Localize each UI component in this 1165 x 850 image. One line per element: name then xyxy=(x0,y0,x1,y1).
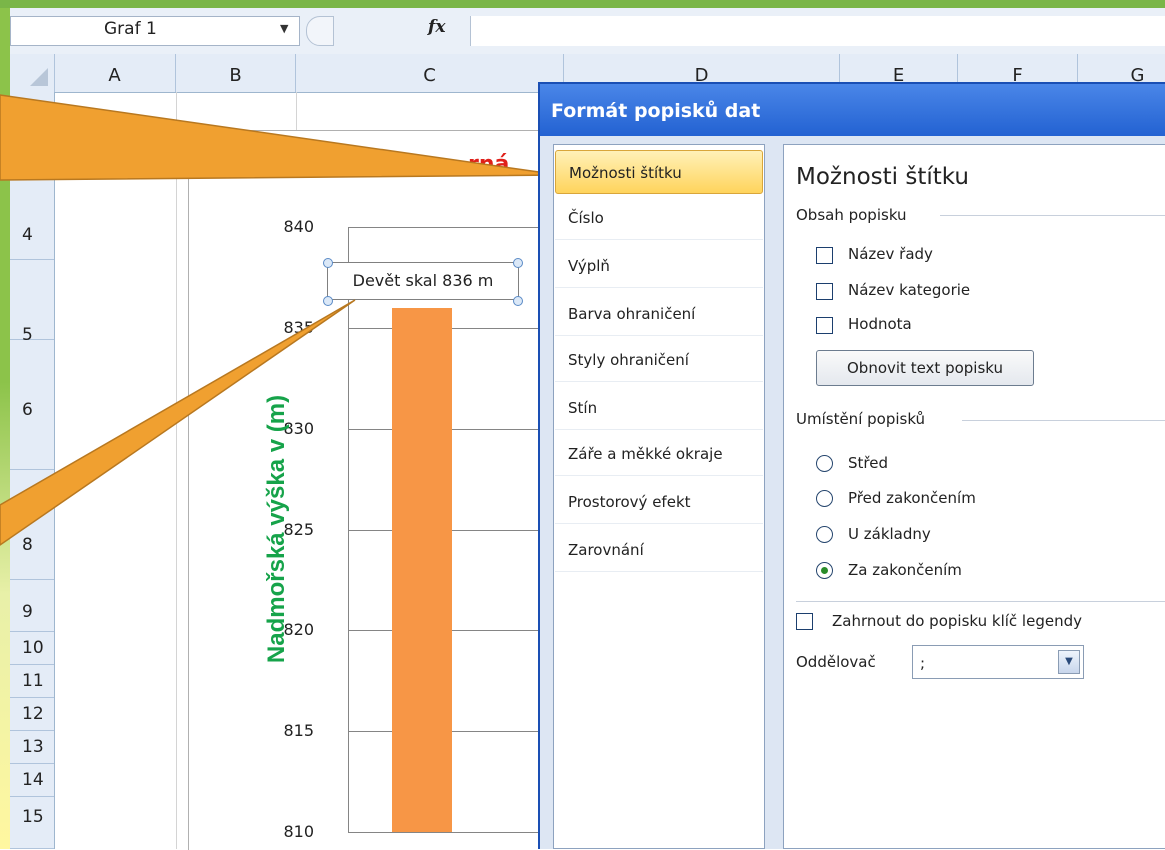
value-label: Hodnota xyxy=(848,315,912,333)
include-legend-key-checkbox[interactable] xyxy=(796,613,813,630)
nav-item-glow-soft-edges[interactable]: Záře a měkké okraje xyxy=(555,432,763,476)
refresh-label-text-button[interactable]: Obnovit text popisku xyxy=(816,350,1034,386)
position-inside-base-radio[interactable] xyxy=(816,526,833,543)
nav-item-label-options[interactable]: Možnosti štítku xyxy=(555,150,763,194)
group-divider xyxy=(796,601,1165,602)
nav-item-alignment[interactable]: Zarovnání xyxy=(555,528,763,572)
callout-arrow-bottom xyxy=(0,299,356,546)
position-center-label: Střed xyxy=(848,454,888,472)
chevron-down-icon[interactable]: ▼ xyxy=(1058,650,1080,674)
section-title: Možnosti štítku xyxy=(796,164,969,190)
dialog-title: Formát popisků dat xyxy=(551,100,761,122)
position-inside-end-label: Před zakončením xyxy=(848,489,976,507)
radio-selected-dot xyxy=(821,567,828,574)
position-outside-end-radio[interactable] xyxy=(816,562,833,579)
value-checkbox[interactable] xyxy=(816,317,833,334)
group-divider xyxy=(940,215,1165,216)
separator-value: ; xyxy=(920,654,926,672)
include-legend-key-label: Zahrnout do popisku klíč legendy xyxy=(832,612,1082,630)
nav-item-border-styles[interactable]: Styly ohraničení xyxy=(555,338,763,382)
group-divider xyxy=(962,420,1165,421)
callout-arrow-top xyxy=(0,94,561,181)
category-name-label: Název kategorie xyxy=(848,281,971,299)
position-center-radio[interactable] xyxy=(816,455,833,472)
nav-item-border-color[interactable]: Barva ohraničení xyxy=(555,292,763,336)
position-inside-base-label: U základny xyxy=(848,525,931,543)
separator-label: Oddělovač xyxy=(796,653,876,671)
category-name-checkbox[interactable] xyxy=(816,283,833,300)
nav-item-shadow[interactable]: Stín xyxy=(555,386,763,430)
series-name-label: Název řady xyxy=(848,245,933,263)
nav-item-3d-format[interactable]: Prostorový efekt xyxy=(555,480,763,524)
label-contains-heading: Obsah popisku xyxy=(796,206,907,224)
nav-item-number[interactable]: Číslo xyxy=(555,196,763,240)
series-name-checkbox[interactable] xyxy=(816,247,833,264)
position-outside-end-label: Za zakončením xyxy=(848,561,962,579)
position-inside-end-radio[interactable] xyxy=(816,490,833,507)
label-position-heading: Umístění popisků xyxy=(796,410,926,428)
nav-item-fill[interactable]: Výplň xyxy=(555,244,763,288)
